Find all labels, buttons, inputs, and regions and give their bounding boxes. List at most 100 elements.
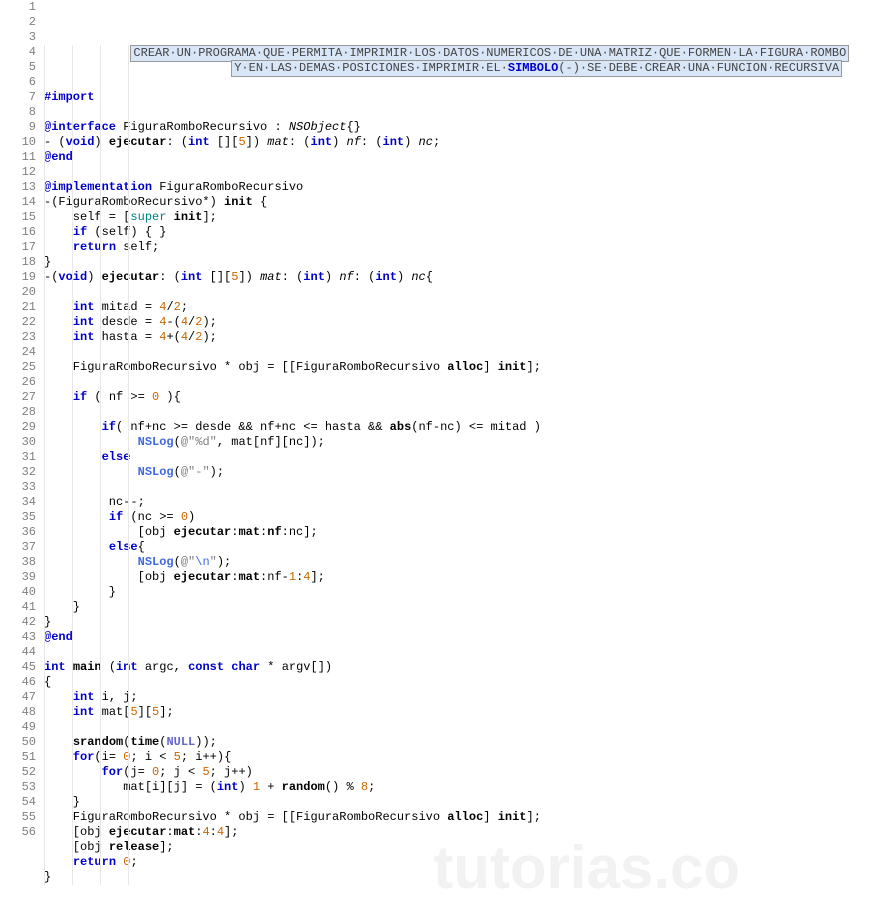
- code-line[interactable]: [obj ejecutar:mat:nf:nc];: [44, 525, 880, 540]
- line-number: 20: [0, 285, 36, 300]
- code-line[interactable]: @implementation FiguraRomboRecursivo: [44, 180, 880, 195]
- code-line[interactable]: Y·EN·LAS·DEMAS·POSICIONES·IMPRIMIR·EL·SI…: [44, 60, 880, 75]
- code-line[interactable]: int hasta = 4+(4/2);: [44, 330, 880, 345]
- line-number: 2: [0, 15, 36, 30]
- code-line[interactable]: @interface FiguraRomboRecursivo : NSObje…: [44, 120, 880, 135]
- code-line[interactable]: [44, 720, 880, 735]
- line-number: 34: [0, 495, 36, 510]
- code-line[interactable]: int i, j;: [44, 690, 880, 705]
- code-line[interactable]: [44, 405, 880, 420]
- code-line[interactable]: [44, 375, 880, 390]
- code-line[interactable]: - (void) ejecutar: (int [][5]) mat: (int…: [44, 135, 880, 150]
- code-line[interactable]: [obj ejecutar:mat:nf-1:4];: [44, 570, 880, 585]
- code-line[interactable]: int desde = 4-(4/2);: [44, 315, 880, 330]
- line-number: 22: [0, 315, 36, 330]
- line-number: 28: [0, 405, 36, 420]
- line-number: 12: [0, 165, 36, 180]
- code-line[interactable]: [obj ejecutar:mat:4:4];: [44, 825, 880, 840]
- line-number: 31: [0, 450, 36, 465]
- code-line[interactable]: if( nf+nc >= desde && nf+nc <= hasta && …: [44, 420, 880, 435]
- code-line[interactable]: int mat[5][5];: [44, 705, 880, 720]
- code-line[interactable]: srandom(time(NULL));: [44, 735, 880, 750]
- line-number: 13: [0, 180, 36, 195]
- code-line[interactable]: }: [44, 255, 880, 270]
- code-line[interactable]: if ( nf >= 0 ){: [44, 390, 880, 405]
- line-number: 45: [0, 660, 36, 675]
- code-line[interactable]: mat[i][j] = (int) 1 + random() % 8;: [44, 780, 880, 795]
- line-number: 39: [0, 570, 36, 585]
- code-line[interactable]: else{: [44, 540, 880, 555]
- code-line[interactable]: [44, 345, 880, 360]
- code-line[interactable]: self = [super init];: [44, 210, 880, 225]
- line-number: 6: [0, 75, 36, 90]
- code-line[interactable]: FiguraRomboRecursivo * obj = [[FiguraRom…: [44, 810, 880, 825]
- line-number: 19: [0, 270, 36, 285]
- code-line[interactable]: NSLog(@"\n");: [44, 555, 880, 570]
- code-line[interactable]: int mitad = 4/2;: [44, 300, 880, 315]
- line-number: 54: [0, 795, 36, 810]
- code-line[interactable]: NSLog(@"-");: [44, 465, 880, 480]
- code-area[interactable]: tutorias.co CREAR·UN·PROGRAMA·QUE·PERMIT…: [44, 0, 880, 885]
- code-editor[interactable]: 1234567891011121314151617181920212223242…: [0, 0, 880, 885]
- line-number: 40: [0, 585, 36, 600]
- line-number: 49: [0, 720, 36, 735]
- line-number: 29: [0, 420, 36, 435]
- line-number: 21: [0, 300, 36, 315]
- code-line[interactable]: int main (int argc, const char * argv[]): [44, 660, 880, 675]
- line-number: 36: [0, 525, 36, 540]
- code-line[interactable]: nc--;: [44, 495, 880, 510]
- code-line[interactable]: #import: [44, 90, 880, 105]
- line-number: 53: [0, 780, 36, 795]
- code-line[interactable]: [44, 480, 880, 495]
- code-line[interactable]: return 0;: [44, 855, 880, 870]
- code-line[interactable]: [44, 75, 880, 90]
- code-line[interactable]: [44, 105, 880, 120]
- code-line[interactable]: }: [44, 615, 880, 630]
- line-number: 52: [0, 765, 36, 780]
- line-number: 50: [0, 735, 36, 750]
- code-line[interactable]: }: [44, 795, 880, 810]
- code-line[interactable]: CREAR·UN·PROGRAMA·QUE·PERMITA·IMPRIMIR·L…: [44, 45, 880, 60]
- code-line[interactable]: return self;: [44, 240, 880, 255]
- code-line[interactable]: @end: [44, 630, 880, 645]
- code-line[interactable]: for(i= 0; i < 5; i++){: [44, 750, 880, 765]
- code-line[interactable]: FiguraRomboRecursivo * obj = [[FiguraRom…: [44, 360, 880, 375]
- code-line[interactable]: }: [44, 600, 880, 615]
- line-number: 30: [0, 435, 36, 450]
- code-line[interactable]: [44, 285, 880, 300]
- line-number: 25: [0, 360, 36, 375]
- line-number: 43: [0, 630, 36, 645]
- line-number: 10: [0, 135, 36, 150]
- line-number: 41: [0, 600, 36, 615]
- line-number: 16: [0, 225, 36, 240]
- line-number: 26: [0, 375, 36, 390]
- line-number: 33: [0, 480, 36, 495]
- code-line[interactable]: {: [44, 675, 880, 690]
- code-line[interactable]: NSLog(@"%d", mat[nf][nc]);: [44, 435, 880, 450]
- line-number: 1: [0, 0, 36, 15]
- line-number: 32: [0, 465, 36, 480]
- code-line[interactable]: }: [44, 870, 880, 885]
- line-number: 47: [0, 690, 36, 705]
- code-line[interactable]: else: [44, 450, 880, 465]
- code-line[interactable]: if (self) { }: [44, 225, 880, 240]
- line-number: 8: [0, 105, 36, 120]
- line-number: 42: [0, 615, 36, 630]
- code-line[interactable]: }: [44, 585, 880, 600]
- line-number: 48: [0, 705, 36, 720]
- line-number: 24: [0, 345, 36, 360]
- code-line[interactable]: for(j= 0; j < 5; j++): [44, 765, 880, 780]
- line-number: 23: [0, 330, 36, 345]
- line-number: 38: [0, 555, 36, 570]
- line-number: 15: [0, 210, 36, 225]
- code-line[interactable]: @end: [44, 150, 880, 165]
- line-number: 11: [0, 150, 36, 165]
- code-line[interactable]: [44, 165, 880, 180]
- line-number: 7: [0, 90, 36, 105]
- code-line[interactable]: [44, 645, 880, 660]
- code-line[interactable]: [obj release];: [44, 840, 880, 855]
- line-number: 55: [0, 810, 36, 825]
- code-line[interactable]: -(void) ejecutar: (int [][5]) mat: (int)…: [44, 270, 880, 285]
- code-line[interactable]: -(FiguraRomboRecursivo*) init {: [44, 195, 880, 210]
- code-line[interactable]: if (nc >= 0): [44, 510, 880, 525]
